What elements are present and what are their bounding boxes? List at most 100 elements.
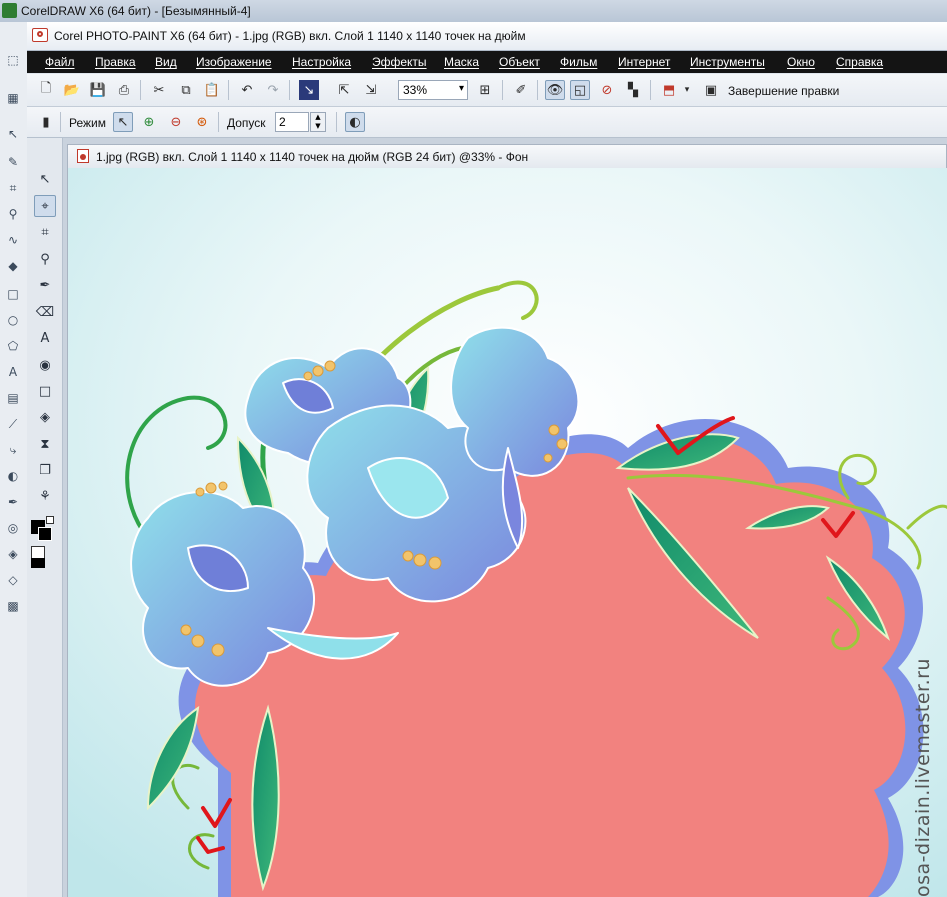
outer-blend-tool-icon[interactable]: ◐ <box>5 468 21 484</box>
artwork-image <box>68 168 947 897</box>
fill-color-swatch[interactable] <box>31 558 45 568</box>
eraser-tool-icon[interactable]: ⌫ <box>34 301 56 323</box>
additive-mode-icon[interactable]: ⊕ <box>139 112 159 132</box>
menu-bar: Файл Правка Вид Изображение Настройка Эф… <box>27 51 947 73</box>
toolbar-separator <box>218 112 219 132</box>
outer-rectangle-tool-icon[interactable]: □ <box>5 286 21 302</box>
menu-help[interactable]: Справка <box>836 55 883 69</box>
hints-icon[interactable]: ▮ <box>36 112 56 132</box>
document-title: 1.jpg (RGB) вкл. Слой 1 1140 x 1140 точе… <box>96 150 529 164</box>
undo-icon[interactable]: ↶ <box>237 80 257 100</box>
no-mask-icon[interactable]: ⊘ <box>597 80 617 100</box>
menu-file[interactable]: Файл <box>45 55 75 69</box>
document-titlebar: 1.jpg (RGB) вкл. Слой 1 1140 x 1140 точе… <box>67 144 947 168</box>
show-mask-icon[interactable]: 👁 <box>545 80 565 100</box>
outer-ellipse-tool-icon[interactable]: ○ <box>5 312 21 328</box>
drop-shadow-tool-icon[interactable]: ❐ <box>34 459 56 481</box>
toolbar-separator <box>289 80 290 100</box>
mask-tool-icon[interactable]: ⌖ <box>34 195 56 217</box>
subtractive-mode-icon[interactable]: ⊖ <box>166 112 186 132</box>
anti-alias-icon[interactable]: ◐ <box>345 112 365 132</box>
fill-tool-icon[interactable]: ◈ <box>34 406 56 428</box>
crop-tool-icon[interactable]: ⌗ <box>34 221 56 243</box>
menu-edit[interactable]: Правка <box>95 55 136 69</box>
eyedropper-tool-icon[interactable]: ✒ <box>34 274 56 296</box>
rectangle-tool-icon[interactable]: □ <box>34 380 56 402</box>
outer-connector-tool-icon[interactable]: ⤷ <box>5 442 21 458</box>
outer-select-tool-icon[interactable]: ↖ <box>5 126 21 142</box>
background-color-swatch[interactable] <box>38 527 52 541</box>
import-icon[interactable]: ↘ <box>299 80 319 100</box>
mask-overlay-icon[interactable]: ▚ <box>623 80 643 100</box>
send-icon[interactable]: ⇲ <box>361 80 381 100</box>
outer-outline-tool-icon[interactable]: ◎ <box>5 520 21 536</box>
outer-fill-tool-icon[interactable]: ◈ <box>5 546 21 562</box>
outer-coreldraw-toolbox: ⬚ ▦ ↖ ✎ ⌗ ⚲ ∿ ◆ □ ○ ⬠ A ▤ ⟋ ⤷ ◐ ✒ ◎ ◈ ◇ … <box>0 22 28 897</box>
outer-interactive-fill-icon[interactable]: ◇ <box>5 572 21 588</box>
mode-label: Режим <box>69 116 106 130</box>
pick-tool-icon[interactable]: ↖ <box>34 168 56 190</box>
outer-grid-icon[interactable]: ▦ <box>5 90 21 106</box>
menu-view[interactable]: Вид <box>155 55 177 69</box>
normal-mode-icon[interactable]: ↖ <box>113 112 133 132</box>
tolerance-input[interactable]: 2 <box>275 112 309 132</box>
open-folder-icon[interactable]: 📂 <box>62 80 82 100</box>
zoom-tool-icon[interactable]: ⚲ <box>34 248 56 270</box>
transparency-tool-icon[interactable]: ⧗ <box>34 433 56 455</box>
chevron-down-icon: ▾ <box>458 83 464 94</box>
outer-dimension-tool-icon[interactable]: ⟋ <box>5 416 21 432</box>
finish-edit-icon[interactable]: ▣ <box>701 80 721 100</box>
image-canvas[interactable] <box>67 168 947 897</box>
swap-colors-icon[interactable] <box>46 516 54 524</box>
fit-to-window-icon[interactable]: ⊞ <box>475 80 495 100</box>
save-icon[interactable]: 💾 <box>88 80 108 100</box>
redo-icon[interactable]: ↷ <box>263 80 283 100</box>
print-icon[interactable]: ⎙ <box>114 80 134 100</box>
copy-icon[interactable]: ⧉ <box>176 80 196 100</box>
standard-toolbar: 🗋 📂 💾 ⎙ ✂ ⧉ 📋 ↶ ↷ ↘ ⇱ ⇲ 33% ▾ ⊞ ✐ 👁 ◱ ⊘ … <box>27 74 947 107</box>
outer-smart-fill-icon[interactable]: ◆ <box>5 258 21 274</box>
menu-internet[interactable]: Интернет <box>618 55 670 69</box>
menu-mask[interactable]: Маска <box>444 55 479 69</box>
export-icon[interactable]: ⇱ <box>334 80 354 100</box>
outer-polygon-tool-icon[interactable]: ⬠ <box>5 338 21 354</box>
text-tool-icon[interactable]: A <box>34 327 56 349</box>
corel-launcher-icon[interactable]: ⬒ <box>659 80 679 100</box>
outer-dropper-tool-icon[interactable]: ✒ <box>5 494 21 510</box>
menu-object[interactable]: Объект <box>499 55 540 69</box>
toolbar-separator <box>650 80 651 100</box>
outer-crop-tool-icon[interactable]: ⌗ <box>5 180 21 196</box>
outer-window-title: CorelDRAW X6 (64 бит) - [Безымянный-4] <box>21 4 251 18</box>
zoom-level-combo[interactable]: 33% ▾ <box>398 80 468 100</box>
new-file-icon[interactable]: 🗋 <box>36 80 56 100</box>
effect-tool-icon[interactable]: ⚘ <box>34 485 56 507</box>
menu-window[interactable]: Окно <box>787 55 815 69</box>
paste-icon[interactable]: 📋 <box>202 80 222 100</box>
red-eye-tool-icon[interactable]: ◉ <box>34 354 56 376</box>
mask-marquee-icon[interactable]: ◱ <box>570 80 590 100</box>
outer-shape-tool-icon[interactable]: ✎ <box>5 154 21 170</box>
xor-mode-icon[interactable]: ⊛ <box>192 112 212 132</box>
menu-image[interactable]: Изображение <box>196 55 272 69</box>
outer-mesh-fill-icon[interactable]: ▩ <box>5 598 21 614</box>
cut-icon[interactable]: ✂ <box>149 80 169 100</box>
photo-paint-app-icon <box>32 28 48 42</box>
menu-movie[interactable]: Фильм <box>560 55 597 69</box>
outer-pick-tool-icon[interactable]: ⬚ <box>5 52 21 68</box>
outer-table-tool-icon[interactable]: ▤ <box>5 390 21 406</box>
menu-tools[interactable]: Инструменты <box>690 55 765 69</box>
outer-text-tool-icon[interactable]: A <box>5 364 21 380</box>
tolerance-spinner[interactable]: ▲ ▼ <box>310 112 326 132</box>
chevron-down-icon[interactable]: ▾ <box>681 80 693 100</box>
mask-brush-icon[interactable]: ✐ <box>511 80 531 100</box>
menu-adjust[interactable]: Настройка <box>292 55 351 69</box>
document-icon <box>77 149 89 163</box>
finish-edit-label[interactable]: Завершение правки <box>728 84 839 98</box>
toolbar-separator <box>502 80 503 100</box>
menu-effects[interactable]: Эффекты <box>372 55 427 69</box>
outer-zoom-tool-icon[interactable]: ⚲ <box>5 206 21 222</box>
toolbar-separator <box>60 112 61 132</box>
outer-freehand-tool-icon[interactable]: ∿ <box>5 232 21 248</box>
photo-paint-toolbox: ↖ ⌖ ⌗ ⚲ ✒ ⌫ A ◉ □ ◈ ⧗ ❐ ⚘ <box>27 138 63 897</box>
property-bar: ▮ Режим ↖ ⊕ ⊖ ⊛ Допуск 2 ▲ ▼ ◐ <box>27 107 947 138</box>
